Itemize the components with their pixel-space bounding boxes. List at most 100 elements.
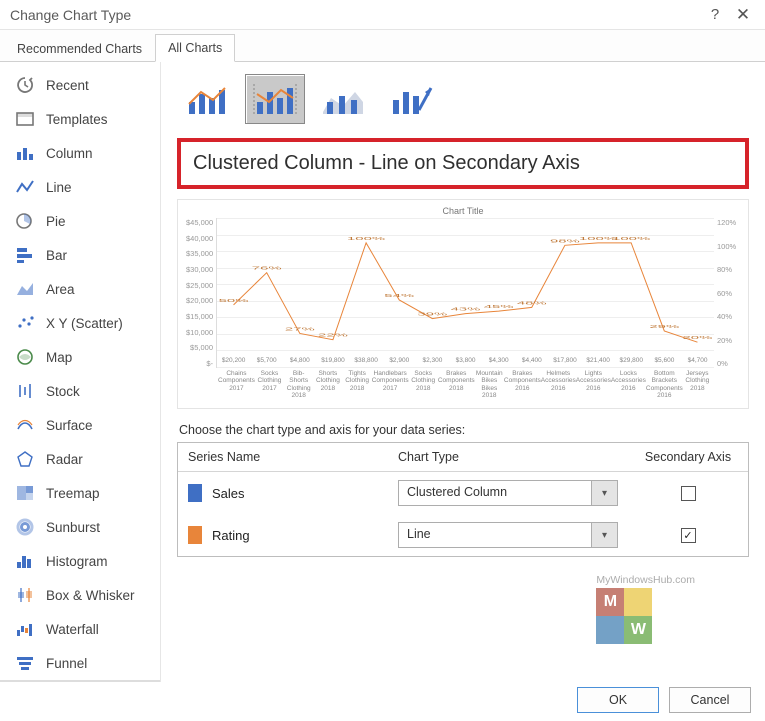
series-caption: Choose the chart type and axis for your … <box>179 423 749 437</box>
pie-icon <box>14 211 36 231</box>
dialog-footer: OK Cancel <box>563 679 765 721</box>
recent-icon <box>14 75 36 95</box>
sidebar-item-label: Treemap <box>46 486 100 501</box>
sunburst-icon <box>14 517 36 537</box>
treemap-icon <box>14 483 36 503</box>
svg-text:100%: 100% <box>612 236 650 241</box>
chart-category-sidebar: Recent Templates Column Line Pie Bar Area X Y (… <box>0 62 161 682</box>
chart-title: Chart Title <box>186 206 740 216</box>
svg-text:45%: 45% <box>484 304 514 309</box>
area-icon <box>14 279 36 299</box>
sidebar-item-column[interactable]: Column <box>0 136 160 170</box>
subtype-clustered-line-secondary[interactable] <box>245 74 305 124</box>
sidebar-item-histogram[interactable]: Histogram <box>0 544 160 578</box>
watermark-text: MyWindowsHub.com <box>596 574 695 586</box>
main-panel: Clustered Column - Line on Secondary Axi… <box>161 62 765 682</box>
watermark-logo: M W <box>596 588 695 644</box>
svg-text:48%: 48% <box>517 301 547 306</box>
chart-type-value: Line <box>399 523 591 547</box>
chart-type-combobox[interactable]: Line▾ <box>398 522 618 548</box>
svg-text:50%: 50% <box>219 298 249 303</box>
category-labels: ChainsComponents2017SocksClothing2017Bib… <box>218 368 712 400</box>
sidebar-item-label: Box & Whisker <box>46 588 135 603</box>
help-button[interactable]: ? <box>701 6 729 23</box>
sidebar-item-xy[interactable]: X Y (Scatter) <box>0 306 160 340</box>
secondary-y-ticks: 120%100%80%60%40%20%0% <box>714 218 740 368</box>
sidebar-item-label: Pie <box>46 214 66 229</box>
sidebar-item-area[interactable]: Area <box>0 272 160 306</box>
svg-text:39%: 39% <box>417 312 447 317</box>
sidebar-item-pie[interactable]: Pie <box>0 204 160 238</box>
histogram-icon <box>14 551 36 571</box>
sidebar-item-bar[interactable]: Bar <box>0 238 160 272</box>
radar-icon <box>14 449 36 469</box>
window-title: Change Chart Type <box>10 7 701 23</box>
primary-y-ticks: $45,000$40,000$35,000$30,000$25,000$20,0… <box>186 218 216 368</box>
sidebar-item-label: X Y (Scatter) <box>46 316 123 331</box>
col-series-name: Series Name <box>178 443 388 471</box>
sidebar-item-waterfall[interactable]: Waterfall <box>0 612 160 646</box>
subtype-custom-combo[interactable] <box>381 74 441 124</box>
secondary-axis-checkbox[interactable] <box>681 486 696 501</box>
tab-recommended-charts[interactable]: Recommended Charts <box>4 35 155 62</box>
stock-icon <box>14 381 36 401</box>
templates-icon <box>14 109 36 129</box>
series-swatch <box>188 484 202 502</box>
cancel-button[interactable]: Cancel <box>669 687 751 713</box>
sidebar-item-label: Bar <box>46 248 67 263</box>
sidebar-item-line[interactable]: Line <box>0 170 160 204</box>
xy-icon <box>14 313 36 333</box>
svg-text:20%: 20% <box>683 336 713 341</box>
svg-text:54%: 54% <box>384 293 414 298</box>
sidebar-item-combo[interactable]: Combo <box>0 680 160 682</box>
sidebar-item-boxwhisker[interactable]: Box & Whisker <box>0 578 160 612</box>
waterfall-icon <box>14 619 36 639</box>
series-name-label: Rating <box>212 528 250 543</box>
sidebar-item-recent[interactable]: Recent <box>0 68 160 102</box>
sidebar-item-map[interactable]: Map <box>0 340 160 374</box>
bar-icon <box>14 245 36 265</box>
sidebar-item-label: Radar <box>46 452 83 467</box>
secondary-axis-checkbox[interactable]: ✓ <box>681 528 696 543</box>
sidebar-item-treemap[interactable]: Treemap <box>0 476 160 510</box>
series-table: Series Name Chart Type Secondary Axis Sa… <box>177 442 749 557</box>
ok-button[interactable]: OK <box>577 687 659 713</box>
sidebar-item-label: Stock <box>46 384 80 399</box>
sidebar-item-label: Map <box>46 350 72 365</box>
sidebar-item-surface[interactable]: Surface <box>0 408 160 442</box>
boxwhisker-icon <box>14 585 36 605</box>
close-button[interactable]: ✕ <box>729 5 757 25</box>
funnel-icon <box>14 653 36 673</box>
chart-type-combobox[interactable]: Clustered Column▾ <box>398 480 618 506</box>
chart-preview[interactable]: Chart Title $45,000$40,000$35,000$30,000… <box>177 199 749 409</box>
sidebar-item-templates[interactable]: Templates <box>0 102 160 136</box>
series-row-sales: SalesClustered Column▾ <box>178 472 748 514</box>
sidebar-item-label: Line <box>46 180 72 195</box>
sidebar-item-radar[interactable]: Radar <box>0 442 160 476</box>
watermark: MyWindowsHub.com M W <box>596 574 695 644</box>
sidebar-item-label: Funnel <box>46 656 87 671</box>
subtype-clustered-line[interactable] <box>177 74 237 124</box>
surface-icon <box>14 415 36 435</box>
chevron-down-icon: ▾ <box>591 523 617 547</box>
svg-text:22%: 22% <box>318 333 348 338</box>
line-icon <box>14 177 36 197</box>
col-chart-type: Chart Type <box>388 443 628 471</box>
sidebar-item-sunburst[interactable]: Sunburst <box>0 510 160 544</box>
dialog-tabs: Recommended Charts All Charts <box>0 30 765 62</box>
series-row-rating: Rating Line▾ ✓ <box>178 514 748 556</box>
chart-type-value: Clustered Column <box>399 481 591 505</box>
svg-text:76%: 76% <box>252 266 282 271</box>
subtype-stacked-area-column[interactable] <box>313 74 373 124</box>
svg-text:27%: 27% <box>285 327 315 332</box>
sidebar-item-label: Templates <box>46 112 108 127</box>
sidebar-item-funnel[interactable]: Funnel <box>0 646 160 680</box>
series-swatch <box>188 526 202 544</box>
sidebar-item-stock[interactable]: Stock <box>0 374 160 408</box>
sidebar-item-label: Area <box>46 282 75 297</box>
svg-text:43%: 43% <box>451 307 481 312</box>
map-icon <box>14 347 36 367</box>
titlebar: Change Chart Type ? ✕ <box>0 0 765 30</box>
sidebar-item-label: Surface <box>46 418 93 433</box>
tab-all-charts[interactable]: All Charts <box>155 34 235 62</box>
